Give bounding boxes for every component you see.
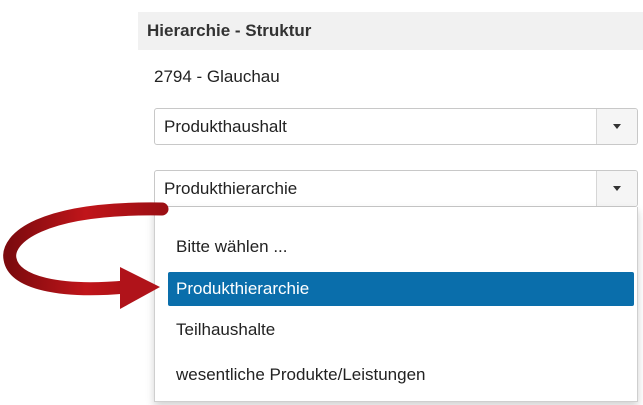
option-teilhaushalte[interactable]: Teilhaushalte [168,313,634,347]
select-toggle-button[interactable] [596,109,637,144]
chevron-down-icon [613,124,621,129]
select-toggle-button[interactable] [596,171,637,206]
option-wesentliche-produkte[interactable]: wesentliche Produkte/Leistungen [168,358,634,392]
unit-label: 2794 - Glauchau [154,67,280,86]
dropdown-list: Bitte wählen ... Produkthierarchie Teilh… [154,207,638,402]
option-produkthierarchie[interactable]: Produkthierarchie [168,272,634,306]
hierarchie-select[interactable]: Produkthierarchie [154,170,638,207]
panel-header: Hierarchie - Struktur [138,12,643,50]
select-value: Produkthaushalt [164,117,287,136]
chevron-down-icon [613,186,621,191]
option-bitte-waehlen[interactable]: Bitte wählen ... [168,230,634,264]
curved-arrow-icon [3,202,169,309]
produkthaushalt-select[interactable]: Produkthaushalt [154,108,638,145]
panel-title: Hierarchie - Struktur [147,21,312,40]
select-value: Produkthierarchie [164,179,298,198]
